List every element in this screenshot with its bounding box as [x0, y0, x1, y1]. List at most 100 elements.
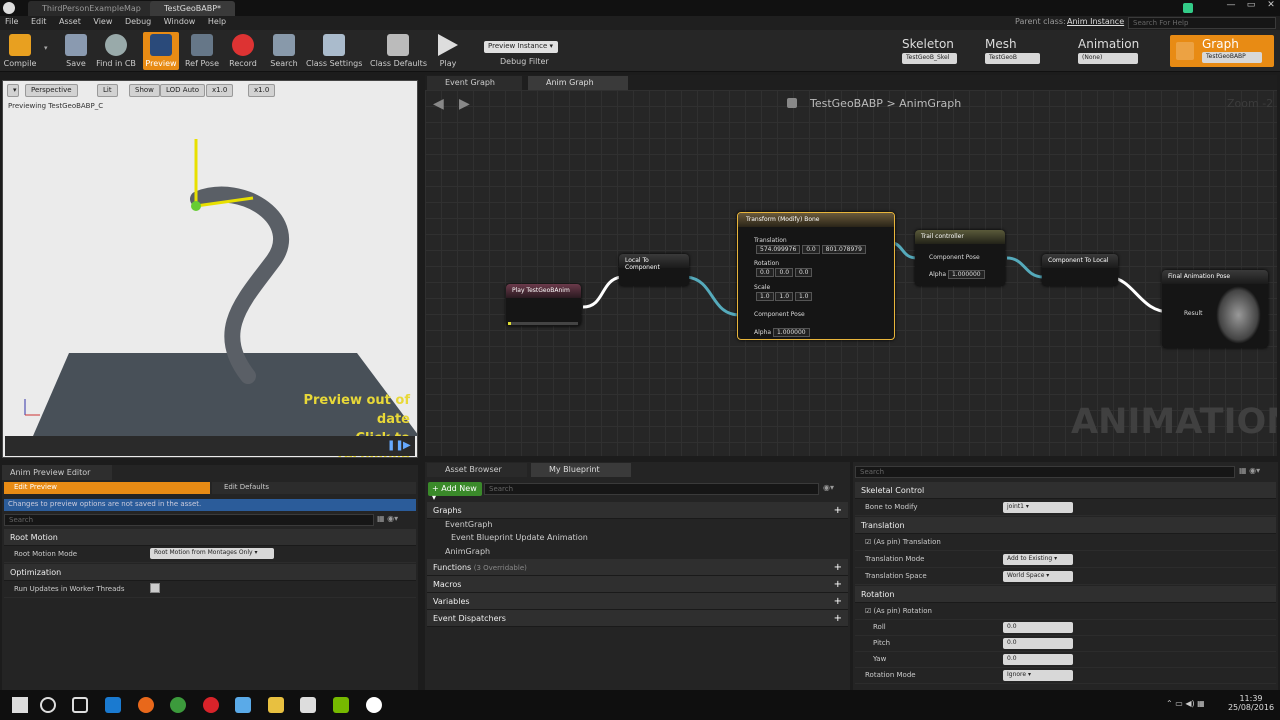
event-graph-item[interactable]: EventGraph — [445, 520, 492, 529]
file-explorer-icon[interactable] — [268, 697, 284, 713]
edit-defaults-tab[interactable]: Edit Defaults — [212, 482, 416, 494]
search-help-input[interactable]: Search For Help — [1128, 17, 1276, 29]
add-macro-icon[interactable]: + — [834, 579, 842, 590]
anim-graph-canvas[interactable]: ◀ ▶ TestGeoBABP > AnimGraph Zoom -2 ANIM… — [425, 90, 1277, 456]
view-options-icon[interactable]: ▦ ◉▾ — [377, 514, 415, 526]
mode-mesh[interactable]: Mesh TestGeoB — [980, 37, 1065, 67]
edit-preview-tab[interactable]: Edit Preview — [4, 482, 210, 494]
trail-alpha-field[interactable]: 1.000000 — [947, 270, 985, 279]
scale-z-field[interactable]: 1.0 — [794, 292, 813, 301]
rotation-x-field[interactable]: 0.0 — [756, 268, 774, 277]
chrome-icon[interactable] — [170, 697, 186, 713]
menu-debug[interactable]: Debug — [120, 16, 156, 27]
close-button[interactable]: ✕ — [1262, 0, 1280, 14]
section-variables[interactable]: Variables + — [427, 593, 848, 610]
menu-help[interactable]: Help — [203, 16, 231, 27]
task-view-icon[interactable] — [72, 697, 88, 713]
details-panel-search-input[interactable]: Search — [855, 466, 1235, 478]
translation-y-field[interactable]: 0.0 — [802, 245, 820, 254]
translation-space-dropdown[interactable]: World Space ▾ — [1003, 571, 1073, 582]
anim-graph-item[interactable]: AnimGraph — [445, 547, 490, 556]
blueprint-search-input[interactable]: Search — [484, 483, 819, 495]
preview-viewport[interactable]: ▾ Perspective Lit Show LOD Auto x1.0 x1.… — [2, 80, 418, 458]
mode-animation[interactable]: Animation (None) — [1073, 37, 1168, 67]
section-graphs[interactable]: Graphs + — [427, 502, 848, 519]
menu-view[interactable]: View — [88, 16, 117, 27]
tab-map[interactable]: ThirdPersonExampleMap — [28, 1, 155, 16]
rotation-z-field[interactable]: 0.0 — [794, 268, 813, 277]
section-macros[interactable]: Macros + — [427, 576, 848, 593]
compile-button[interactable]: Compile — [2, 32, 38, 70]
translation-x-field[interactable]: 574.099976 — [756, 245, 801, 254]
event-update-item[interactable]: Event Blueprint Update Animation — [451, 533, 588, 542]
translation-mode-dropdown[interactable]: Add to Existing ▾ — [1003, 554, 1073, 565]
add-new-button[interactable]: + Add New ▾ — [428, 482, 482, 502]
system-tray-icons[interactable]: ⌃ ▭ ◀) ▦ — [1166, 699, 1205, 708]
tab-my-blueprint[interactable]: My Blueprint — [531, 463, 631, 477]
node-play-anim[interactable]: Play TestGeoBAnim — [506, 284, 581, 326]
add-variable-icon[interactable]: + — [834, 596, 842, 607]
minimize-button[interactable]: — — [1222, 0, 1240, 14]
section-skeletal-control[interactable]: Skeletal Control — [855, 482, 1276, 499]
rotation-mode-dropdown[interactable]: Ignore ▾ — [1003, 670, 1073, 681]
blueprint-view-options-icon[interactable]: ◉▾ — [823, 483, 845, 495]
firefox-icon[interactable] — [138, 697, 154, 713]
maximize-button[interactable]: ▭ — [1242, 0, 1260, 14]
add-dispatcher-icon[interactable]: + — [834, 613, 842, 624]
node-local-to-component[interactable]: Local To Component — [619, 254, 689, 286]
section-optimization[interactable]: Optimization — [4, 564, 416, 581]
scale-x-field[interactable]: 1.0 — [756, 292, 774, 301]
section-rotation[interactable]: Rotation — [855, 586, 1276, 603]
tab-anim-graph[interactable]: Anim Graph — [528, 76, 628, 90]
pause-icon[interactable]: ❚❚ — [387, 440, 404, 452]
tab-event-graph[interactable]: Event Graph — [427, 76, 522, 90]
translation-z-field[interactable]: 801.078979 — [821, 245, 866, 254]
tab-anim-preview-editor[interactable]: Anim Preview Editor — [2, 465, 112, 480]
section-event-dispatchers[interactable]: Event Dispatchers + — [427, 610, 848, 627]
edge-icon[interactable] — [105, 697, 121, 713]
step-forward-icon[interactable]: ▶ — [403, 440, 413, 452]
yaw-field[interactable]: 0.0 — [1003, 654, 1073, 665]
scale-y-field[interactable]: 1.0 — [775, 292, 794, 301]
details-view-options-icon[interactable]: ▦ ◉▾ — [1239, 466, 1275, 478]
section-translation[interactable]: Translation — [855, 517, 1276, 534]
preview-instance-dropdown[interactable]: Preview Instance ▾ — [484, 41, 558, 53]
search-button[interactable]: Search — [266, 32, 302, 70]
compile-dropdown-icon[interactable]: ▾ — [44, 44, 48, 52]
pitch-field[interactable]: 0.0 — [1003, 638, 1073, 649]
root-motion-mode-dropdown[interactable]: Root Motion from Montages Only ▾ — [150, 548, 274, 559]
node-transform-modify-bone[interactable]: Transform (Modify) Bone Translation 574.… — [737, 212, 895, 340]
find-in-cb-button[interactable]: Find in CB — [96, 32, 136, 70]
node-trail-controller[interactable]: Trail controller Component Pose Alpha 1.… — [915, 230, 1005, 286]
clock[interactable]: 11:39 25/08/2016 — [1226, 694, 1276, 712]
cortana-icon[interactable] — [40, 697, 56, 713]
timeline-bar[interactable]: ❚❚ ▶ — [5, 436, 415, 456]
bone-to-modify-dropdown[interactable]: joint1 ▾ — [1003, 502, 1073, 513]
add-function-icon[interactable]: + — [834, 562, 842, 573]
menu-window[interactable]: Window — [159, 16, 201, 27]
run-updates-checkbox[interactable] — [150, 583, 160, 593]
menu-asset[interactable]: Asset — [54, 16, 86, 27]
mode-skeleton[interactable]: Skeleton TestGeoB_Skel — [897, 37, 967, 67]
mode-graph[interactable]: Graph TestGeoBABP — [1170, 35, 1274, 67]
nvidia-icon[interactable] — [333, 697, 349, 713]
tab-asset-browser[interactable]: Asset Browser — [427, 463, 527, 477]
add-graph-icon[interactable]: + — [834, 505, 842, 516]
windows-start-icon[interactable] — [12, 697, 28, 713]
rotation-y-field[interactable]: 0.0 — [775, 268, 794, 277]
class-settings-button[interactable]: Class Settings — [306, 32, 362, 70]
menu-file[interactable]: File — [0, 16, 23, 27]
parent-class-link[interactable]: Anim Instance — [1067, 17, 1124, 26]
class-defaults-button[interactable]: Class Defaults — [370, 32, 427, 70]
opera-icon[interactable] — [203, 697, 219, 713]
roll-field[interactable]: 0.0 — [1003, 622, 1073, 633]
section-root-motion[interactable]: Root Motion — [4, 529, 416, 546]
unreal-engine-icon[interactable] — [366, 697, 382, 713]
photos-icon[interactable] — [235, 697, 251, 713]
store-icon[interactable] — [300, 697, 316, 713]
node-component-to-local[interactable]: Component To Local — [1042, 254, 1118, 286]
section-functions[interactable]: Functions (3 Overridable) + — [427, 559, 848, 576]
play-button[interactable]: Play — [430, 32, 466, 70]
node-final-animation-pose[interactable]: Final Animation Pose Result — [1162, 270, 1268, 348]
menu-edit[interactable]: Edit — [26, 16, 52, 27]
